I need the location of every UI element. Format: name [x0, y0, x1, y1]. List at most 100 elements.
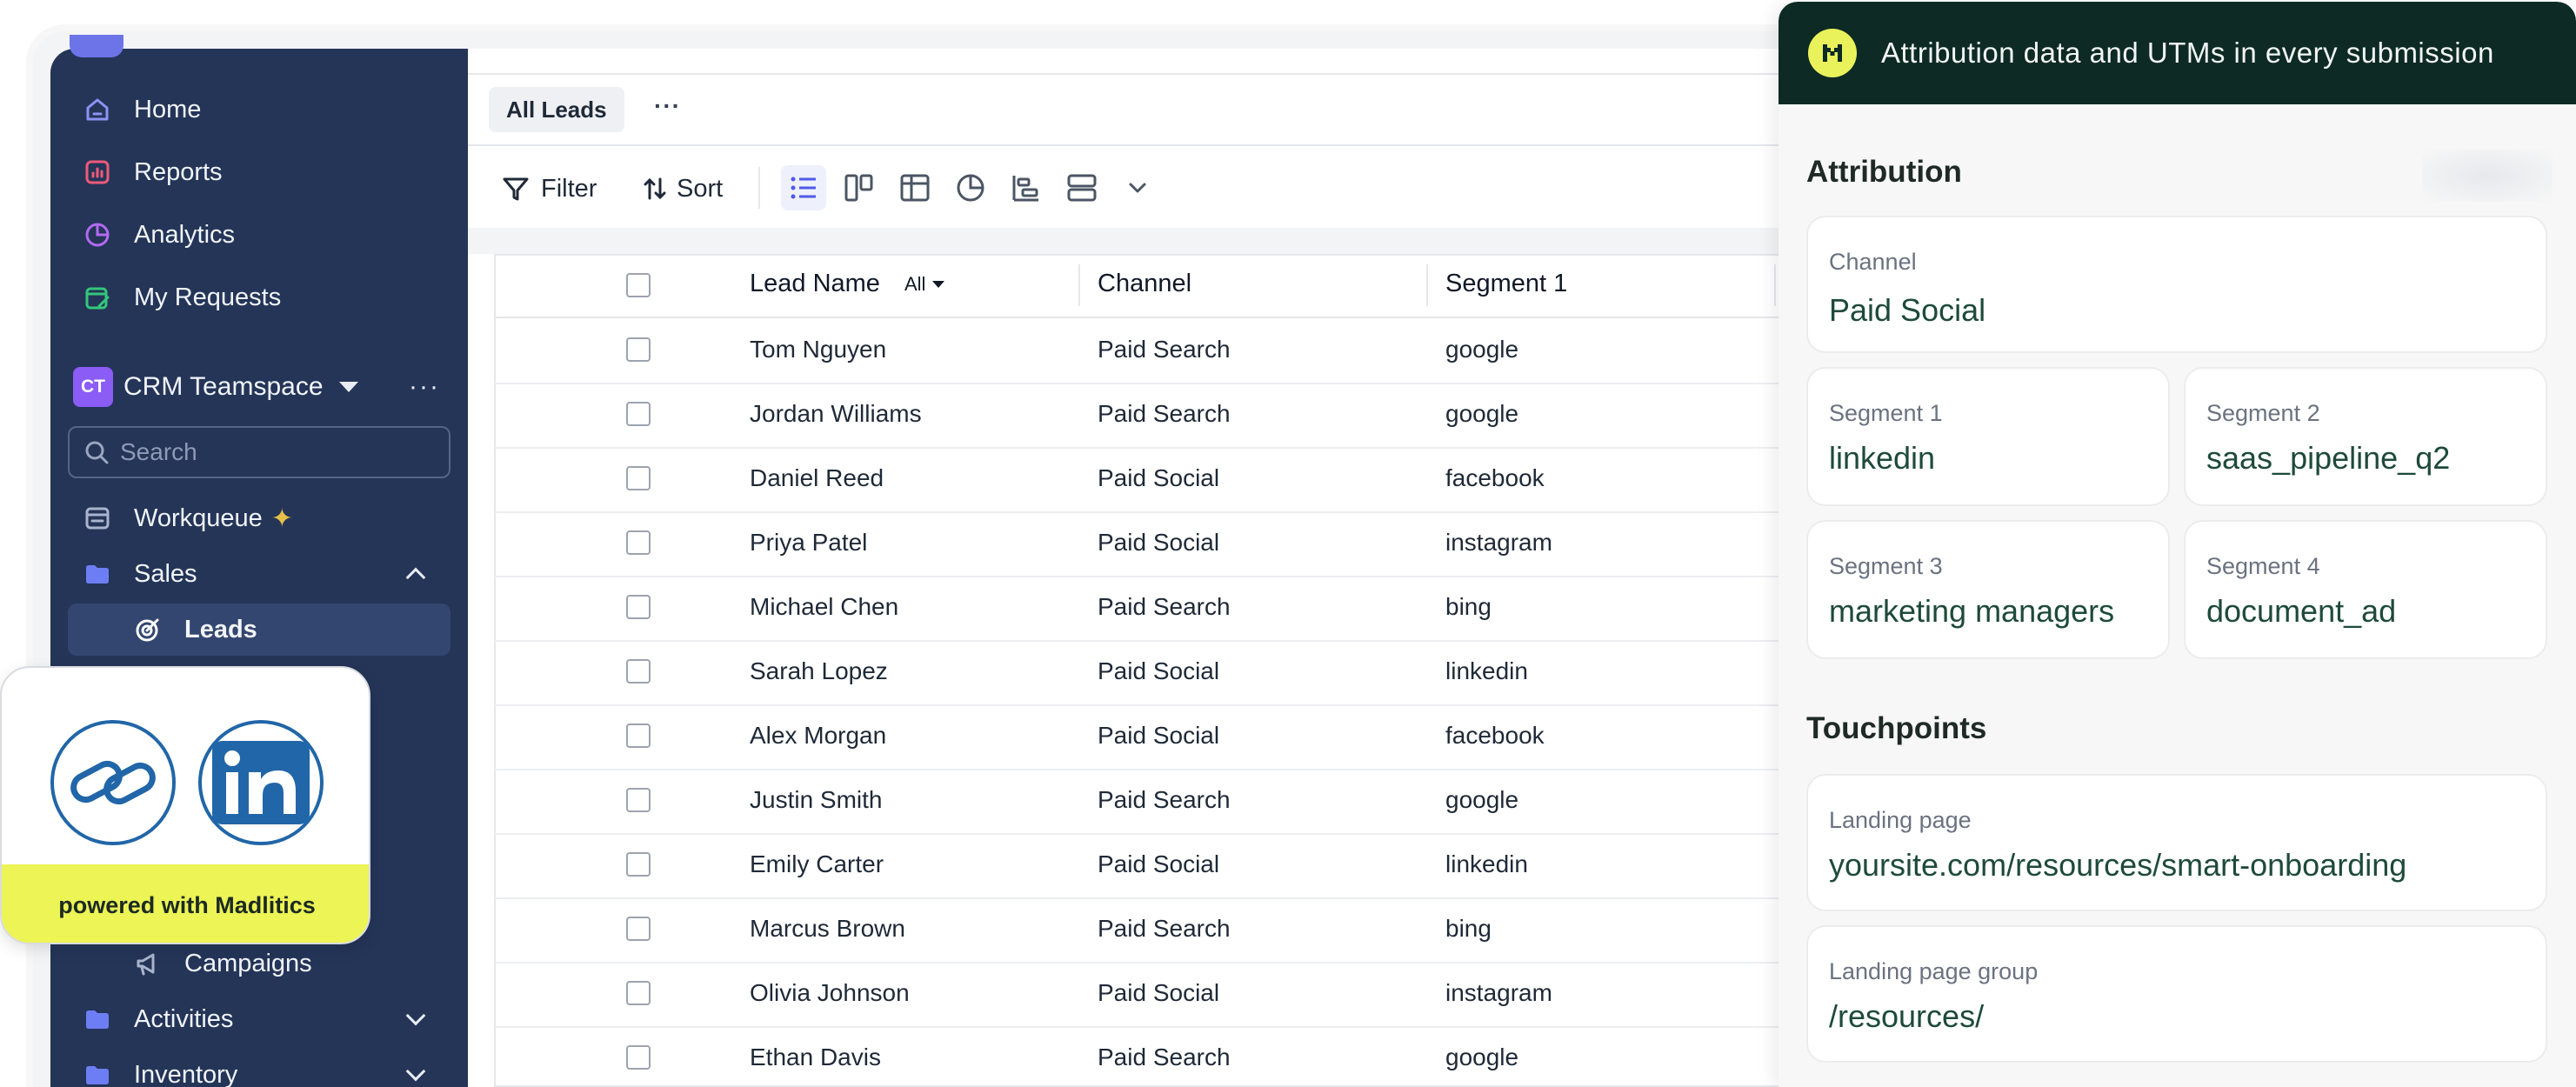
segment-3-label: Segment 3 — [1829, 553, 1943, 579]
row-checkbox[interactable] — [626, 402, 651, 426]
board-view-icon[interactable] — [842, 170, 877, 205]
filter-icon — [503, 177, 529, 201]
lead-name-cell[interactable]: Ethan Davis — [750, 1044, 881, 1071]
tab-more-button[interactable]: ··· — [654, 92, 681, 120]
row-checkbox[interactable] — [626, 595, 651, 619]
sidebar-item-sales[interactable]: Sales — [82, 555, 197, 593]
list-view-icon[interactable] — [786, 170, 821, 205]
channel-cell: Paid Social — [1098, 657, 1220, 684]
analytics-icon — [82, 219, 113, 250]
column-divider[interactable] — [1078, 264, 1080, 306]
nav-home-label: Home — [134, 95, 202, 123]
sidebar-item-campaigns-label: Campaigns — [184, 949, 312, 977]
lead-name-cell[interactable]: Daniel Reed — [750, 464, 884, 492]
row-checkbox[interactable] — [626, 659, 651, 684]
sidebar-item-leads-highlight — [68, 604, 450, 656]
teamspace-switcher[interactable]: CT CRM Teamspace — [73, 365, 358, 409]
lead-name-cell[interactable]: Sarah Lopez — [750, 657, 888, 685]
lead-filter-dropdown[interactable]: All — [904, 273, 945, 296]
sidebar-top-tab — [70, 35, 123, 57]
row-checkbox[interactable] — [626, 1045, 651, 1070]
channel-value: Paid Social — [1829, 292, 1986, 328]
column-segment-1[interactable]: Segment 1 — [1445, 270, 1567, 298]
row-checkbox[interactable] — [626, 981, 651, 1005]
lead-name-cell[interactable]: Jordan Williams — [750, 400, 922, 428]
lead-name-cell[interactable]: Tom Nguyen — [750, 336, 886, 363]
row-checkbox[interactable] — [626, 466, 651, 490]
reports-icon — [82, 157, 113, 188]
tab-all-leads[interactable]: All Leads — [489, 87, 624, 132]
row-divider — [494, 704, 1781, 706]
row-checkbox[interactable] — [626, 917, 651, 941]
segment-2-card: Segment 2 saas_pipeline_q2 — [2184, 367, 2547, 506]
panel-glow — [2422, 150, 2553, 202]
row-checkbox[interactable] — [626, 530, 651, 555]
filter-button[interactable]: Filter — [501, 170, 597, 207]
sort-button[interactable]: Sort — [644, 170, 723, 207]
lead-name-cell[interactable]: Emily Carter — [750, 850, 884, 878]
timeline-view-icon[interactable] — [1009, 170, 1044, 205]
channel-cell: Paid Search — [1098, 593, 1231, 620]
segment-cell: instagram — [1445, 529, 1552, 556]
lead-name-cell[interactable]: Alex Morgan — [750, 722, 886, 750]
lead-name-cell[interactable]: Priya Patel — [750, 529, 867, 557]
sidebar-item-activities[interactable]: Activities — [82, 1000, 233, 1038]
channel-cell: Paid Social — [1098, 979, 1220, 1006]
row-divider — [494, 576, 1781, 577]
row-checkbox[interactable] — [626, 852, 651, 877]
chart-view-icon[interactable] — [953, 170, 988, 205]
lead-name-cell[interactable]: Marcus Brown — [750, 915, 905, 943]
nav-my-requests[interactable]: My Requests — [82, 278, 281, 317]
folder-icon — [82, 1004, 113, 1035]
channel-label: Channel — [1829, 249, 1917, 275]
sidebar-search-input[interactable]: Search — [68, 426, 450, 478]
channel-cell: Paid Search — [1098, 915, 1231, 942]
segment-1-label: Segment 1 — [1829, 400, 1943, 426]
column-divider[interactable] — [1426, 264, 1428, 306]
sidebar-item-inventory-label: Inventory — [134, 1060, 238, 1087]
chevron-down-icon[interactable] — [1120, 170, 1155, 205]
channel-cell: Paid Search — [1098, 336, 1231, 363]
home-icon — [82, 94, 113, 125]
landing-page-label: Landing page — [1829, 807, 1972, 833]
teamspace-more-button[interactable]: ··· — [409, 372, 440, 402]
row-checkbox[interactable] — [626, 724, 651, 748]
lead-name-cell[interactable]: Olivia Johnson — [750, 979, 910, 1007]
column-lead-name[interactable]: Lead Name — [750, 270, 880, 298]
nav-analytics[interactable]: Analytics — [82, 216, 235, 254]
search-icon — [85, 441, 109, 464]
sidebar-item-workqueue-label: Workqueue — [134, 503, 263, 532]
sidebar-item-sales-label: Sales — [134, 559, 197, 588]
row-divider — [494, 511, 1781, 513]
nav-home[interactable]: Home — [82, 90, 201, 129]
channel-cell: Paid Social — [1098, 464, 1220, 491]
row-divider — [494, 640, 1781, 642]
sidebar-item-leads[interactable]: Leads — [132, 610, 257, 649]
column-channel[interactable]: Channel — [1098, 270, 1191, 298]
sort-icon — [644, 177, 666, 200]
select-all-checkbox[interactable] — [626, 273, 651, 297]
sidebar-item-campaigns[interactable]: Campaigns — [132, 944, 312, 983]
sidebar-item-inventory[interactable]: Inventory — [82, 1056, 237, 1087]
nav-my-requests-label: My Requests — [134, 283, 282, 311]
lead-name-cell[interactable]: Michael Chen — [750, 593, 898, 621]
nav-reports-label: Reports — [134, 157, 223, 186]
gallery-view-icon[interactable] — [1064, 170, 1099, 205]
segment-cell: google — [1445, 786, 1519, 813]
table-view-icon[interactable] — [898, 170, 932, 205]
row-checkbox[interactable] — [626, 337, 651, 362]
row-checkbox[interactable] — [626, 788, 651, 812]
row-divider — [494, 962, 1781, 964]
segment-cell: linkedin — [1445, 657, 1528, 684]
lead-name-cell[interactable]: Justin Smith — [750, 786, 883, 814]
segment-2-label: Segment 2 — [2206, 400, 2320, 426]
segment-cell: google — [1445, 336, 1519, 363]
landing-page-group-value: /resources/ — [1829, 998, 1985, 1034]
sidebar-item-workqueue[interactable]: Workqueue ✦ — [82, 499, 293, 537]
sidebar-item-activities-label: Activities — [134, 1004, 234, 1033]
nav-analytics-label: Analytics — [134, 220, 236, 249]
nav-reports[interactable]: Reports — [82, 153, 223, 191]
column-divider[interactable] — [1774, 264, 1776, 306]
segment-1-value: linkedin — [1829, 440, 1936, 476]
sort-label: Sort — [677, 174, 724, 203]
